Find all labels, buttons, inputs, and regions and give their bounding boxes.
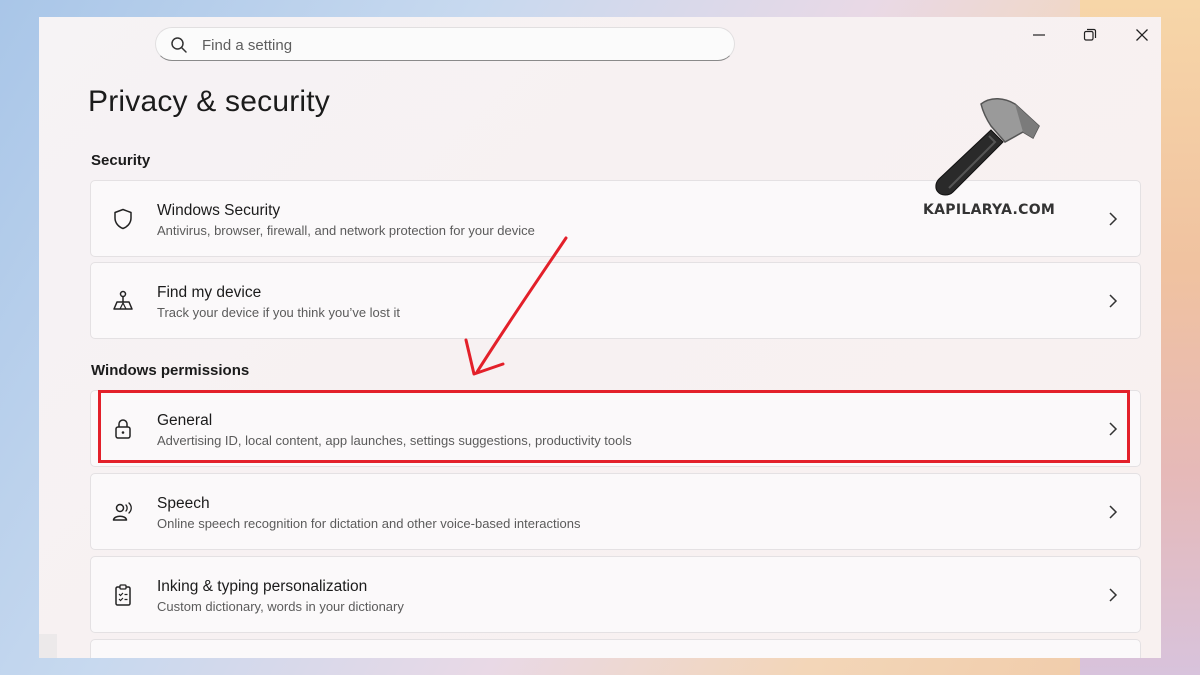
speech-icon	[112, 502, 132, 521]
close-icon	[1136, 29, 1148, 41]
item-title: General	[157, 412, 213, 429]
restore-button[interactable]	[1070, 23, 1110, 47]
hammer-icon	[935, 98, 1040, 196]
search-icon	[171, 37, 187, 53]
item-title: Inking & typing personalization	[157, 578, 368, 595]
item-description: Advertising ID, local content, app launc…	[157, 433, 632, 448]
search-input[interactable]	[200, 33, 704, 57]
restore-icon	[1083, 28, 1097, 41]
watermark-text: KAPILARYA.COM	[923, 202, 1056, 218]
lock-icon	[115, 419, 131, 439]
settings-item-partial[interactable]	[90, 639, 1141, 658]
item-title: Windows Security	[157, 202, 281, 219]
item-description: Online speech recognition for dictation …	[157, 516, 581, 531]
settings-item-speech[interactable]: Speech Online speech recognition for dic…	[90, 473, 1141, 550]
item-description: Custom dictionary, words in your diction…	[157, 599, 404, 614]
item-description: Track your device if you think you’ve lo…	[157, 305, 401, 320]
settings-item-inking-typing[interactable]: Inking & typing personalization Custom d…	[90, 556, 1141, 633]
minimize-button[interactable]	[1019, 23, 1059, 47]
find-device-icon	[113, 290, 133, 310]
clipboard-icon	[115, 584, 131, 606]
shield-icon	[114, 208, 132, 230]
chevron-right-icon	[1109, 294, 1118, 308]
close-button[interactable]	[1122, 23, 1161, 47]
chevron-right-icon	[1109, 422, 1118, 436]
item-title: Find my device	[157, 284, 262, 301]
chevron-right-icon	[1109, 505, 1118, 519]
section-heading-windows-permissions: Windows permissions	[91, 362, 250, 379]
watermark-logo: KAPILARYA.COM	[919, 92, 1056, 227]
section-heading-security: Security	[91, 152, 151, 169]
settings-item-general[interactable]: General Advertising ID, local content, a…	[90, 390, 1141, 467]
page-title: Privacy & security	[88, 85, 330, 118]
item-title: Speech	[157, 495, 210, 512]
minimize-icon	[1033, 34, 1045, 36]
search-box[interactable]	[155, 27, 735, 61]
chevron-right-icon	[1109, 212, 1118, 226]
settings-window: Privacy & security Security Windows Secu…	[39, 17, 1161, 658]
chevron-right-icon	[1109, 588, 1118, 602]
item-description: Antivirus, browser, firewall, and networ…	[157, 223, 535, 238]
settings-item-find-my-device[interactable]: Find my device Track your device if you …	[90, 262, 1141, 339]
scroll-edge	[39, 634, 57, 658]
